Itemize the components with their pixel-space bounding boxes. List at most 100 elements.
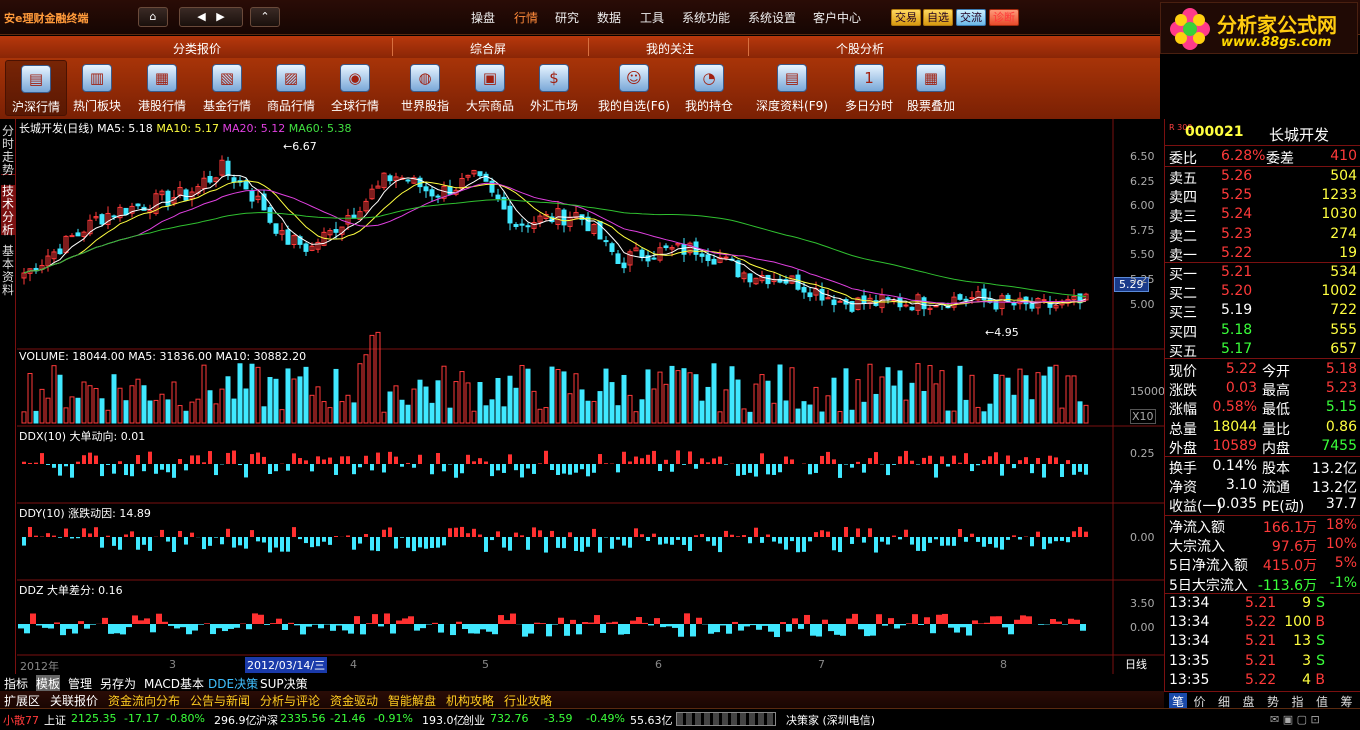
toolbar-label: 外汇市场 [529,99,578,113]
menu-6[interactable]: 系统设置 [748,9,796,26]
volume-bar [717,411,723,424]
toolbar-item-4[interactable]: ▨ 商品行情 [260,60,322,116]
ddy-bar [772,537,776,542]
section-quotes[interactable]: 分类报价 [173,40,221,57]
ddy-bar [310,537,314,548]
volume-bar [597,391,603,424]
tab-fundamentals[interactable]: 基本资料 [1,245,15,297]
home-button[interactable]: ⌂ [138,7,168,27]
ext-tab-7[interactable]: 机构攻略 [446,692,494,709]
volume-bar [327,407,333,424]
volume-bar [27,372,33,424]
ext-tab-8[interactable]: 行业攻略 [504,692,552,709]
toolbar-item-9[interactable]: ☺ 我的自选(F6) [594,60,674,116]
ddy-bar [706,537,710,542]
volume-bar [105,409,111,424]
volume-bar [651,388,657,424]
ddx-bar [106,464,110,465]
user-name[interactable]: 小散77 [3,712,39,728]
ddy-bar [370,537,374,551]
indicator-tab-5[interactable]: DDE决策 [208,675,258,692]
tab-technical[interactable]: 技术分析 [1,185,15,237]
toolbar-item-7[interactable]: ▣ 大宗商品 [459,60,521,116]
ddz-axis-zero: 0.00 [1130,621,1155,634]
indicator-tab-6[interactable]: SUP决策 [260,675,308,692]
candle-body [1041,299,1047,302]
section-stock-analysis[interactable]: 个股分析 [836,40,884,57]
menu-2[interactable]: 研究 [555,9,579,26]
toolbar-label: 基金行情 [202,99,251,113]
ddy-bar [64,528,68,537]
toolbar-item-12[interactable]: 1 多日分时 [838,60,900,116]
ext-tab-1[interactable]: 关联报价 [50,692,98,709]
quick-btn-2[interactable]: 交流 [956,9,986,26]
toolbar-label: 多日分时 [844,99,893,113]
top-bar: 安e理财金融终端 ⌂ ◀ ▶ ⌃ 操盘 行情 研究 数据 工具 系统功能 系统设置 客户中心 … [0,0,1360,54]
toolbar-item-6[interactable]: ◍ 世界股指 [394,60,456,116]
toolbar-item-10[interactable]: ◔ 我的持仓 [678,60,740,116]
ddx-bar [928,455,932,464]
ext-tab-5[interactable]: 资金驱动 [330,692,378,709]
back-icon[interactable]: ◀ [197,10,205,23]
indicator-tab-3[interactable]: 另存为 [100,675,136,692]
toolbar-item-11[interactable]: ▤ 深度资料(F9) [752,60,832,116]
ext-tab-6[interactable]: 智能解盘 [388,692,436,709]
ddx-bar [808,464,812,475]
section-watch[interactable]: 我的关注 [646,40,694,57]
toolbar-item-3[interactable]: ▧ 基金行情 [196,60,258,116]
forward-icon[interactable]: ▶ [216,10,224,23]
ddy-bar [988,537,992,544]
volume-bar [861,401,867,424]
toolbar-label: 全球行情 [330,99,379,113]
toolbar-item-8[interactable]: $ 外汇市场 [523,60,585,116]
menu-1[interactable]: 行情 [514,9,538,26]
toolbar-item-0[interactable]: ▤ 沪深行情 [5,60,67,116]
volume-bar [237,363,243,424]
volume-bar [705,386,711,424]
menu-7[interactable]: 客户中心 [813,9,861,26]
ddy-bar [928,537,932,543]
section-composite[interactable]: 综合屏 [470,40,506,57]
menu-5[interactable]: 系统功能 [682,9,730,26]
ddy-bar [784,537,788,550]
toolbar-item-1[interactable]: ▥ 热门板块 [66,60,128,116]
indicator-tab-2[interactable]: 管理 [68,675,92,692]
ddx-bar [634,456,638,464]
toolbar-icon-12: 1 [854,64,884,92]
ddx-bar [838,464,842,478]
ticker-bar: 小散77 上证 2125.35 -17.17 -0.80% 296.9亿 沪深 … [0,708,1360,730]
ddx-bar [40,453,44,464]
ext-tab-3[interactable]: 公告与新闻 [190,692,250,709]
menu-3[interactable]: 数据 [597,9,621,26]
toolbar-item-2[interactable]: ▦ 港股行情 [131,60,193,116]
ddy-bar [442,537,446,546]
indicator-tab-4[interactable]: MACD基本 [144,675,204,692]
quick-btn-3[interactable]: 诊断 [989,9,1019,26]
quick-btn-0[interactable]: 交易 [891,9,921,26]
candle-body [231,177,237,183]
ddx-bar [718,456,722,464]
volume-bar [135,378,141,424]
ext-tab-0[interactable]: 扩展区 [4,692,40,709]
chart-area[interactable]: 长城开发(日线) MA5: 5.18 MA10: 5.17 MA20: 5.12… [17,119,1165,688]
indicator-tab-1[interactable]: 模板 [36,675,61,692]
menu-4[interactable]: 工具 [640,9,664,26]
menu-0[interactable]: 操盘 [471,9,495,26]
kline-chart[interactable] [17,119,1164,674]
volume-bar [51,365,57,424]
volume-bar [975,406,981,424]
ddy-bar [448,528,452,537]
quick-btn-1[interactable]: 自选 [923,9,953,26]
indicator-tab-0[interactable]: 指标 [4,675,28,692]
ext-tab-2[interactable]: 资金流向分布 [108,692,180,709]
ext-tab-4[interactable]: 分析与评论 [260,692,320,709]
toolbar-item-13[interactable]: ▦ 股票叠加 [900,60,962,116]
tab-intraday[interactable]: 分时走势 [1,125,15,177]
toolbar-item-5[interactable]: ◉ 全球行情 [324,60,386,116]
window-controls[interactable]: ✉ ▣ ▢ ⊡ [1270,713,1358,727]
high-mark: ←6.67 [283,140,317,153]
volume-bar [723,389,729,424]
period-label[interactable]: 日线 [1125,656,1147,672]
back-forward-buttons[interactable]: ◀ ▶ [179,7,243,27]
collapse-button[interactable]: ⌃ [250,7,280,27]
